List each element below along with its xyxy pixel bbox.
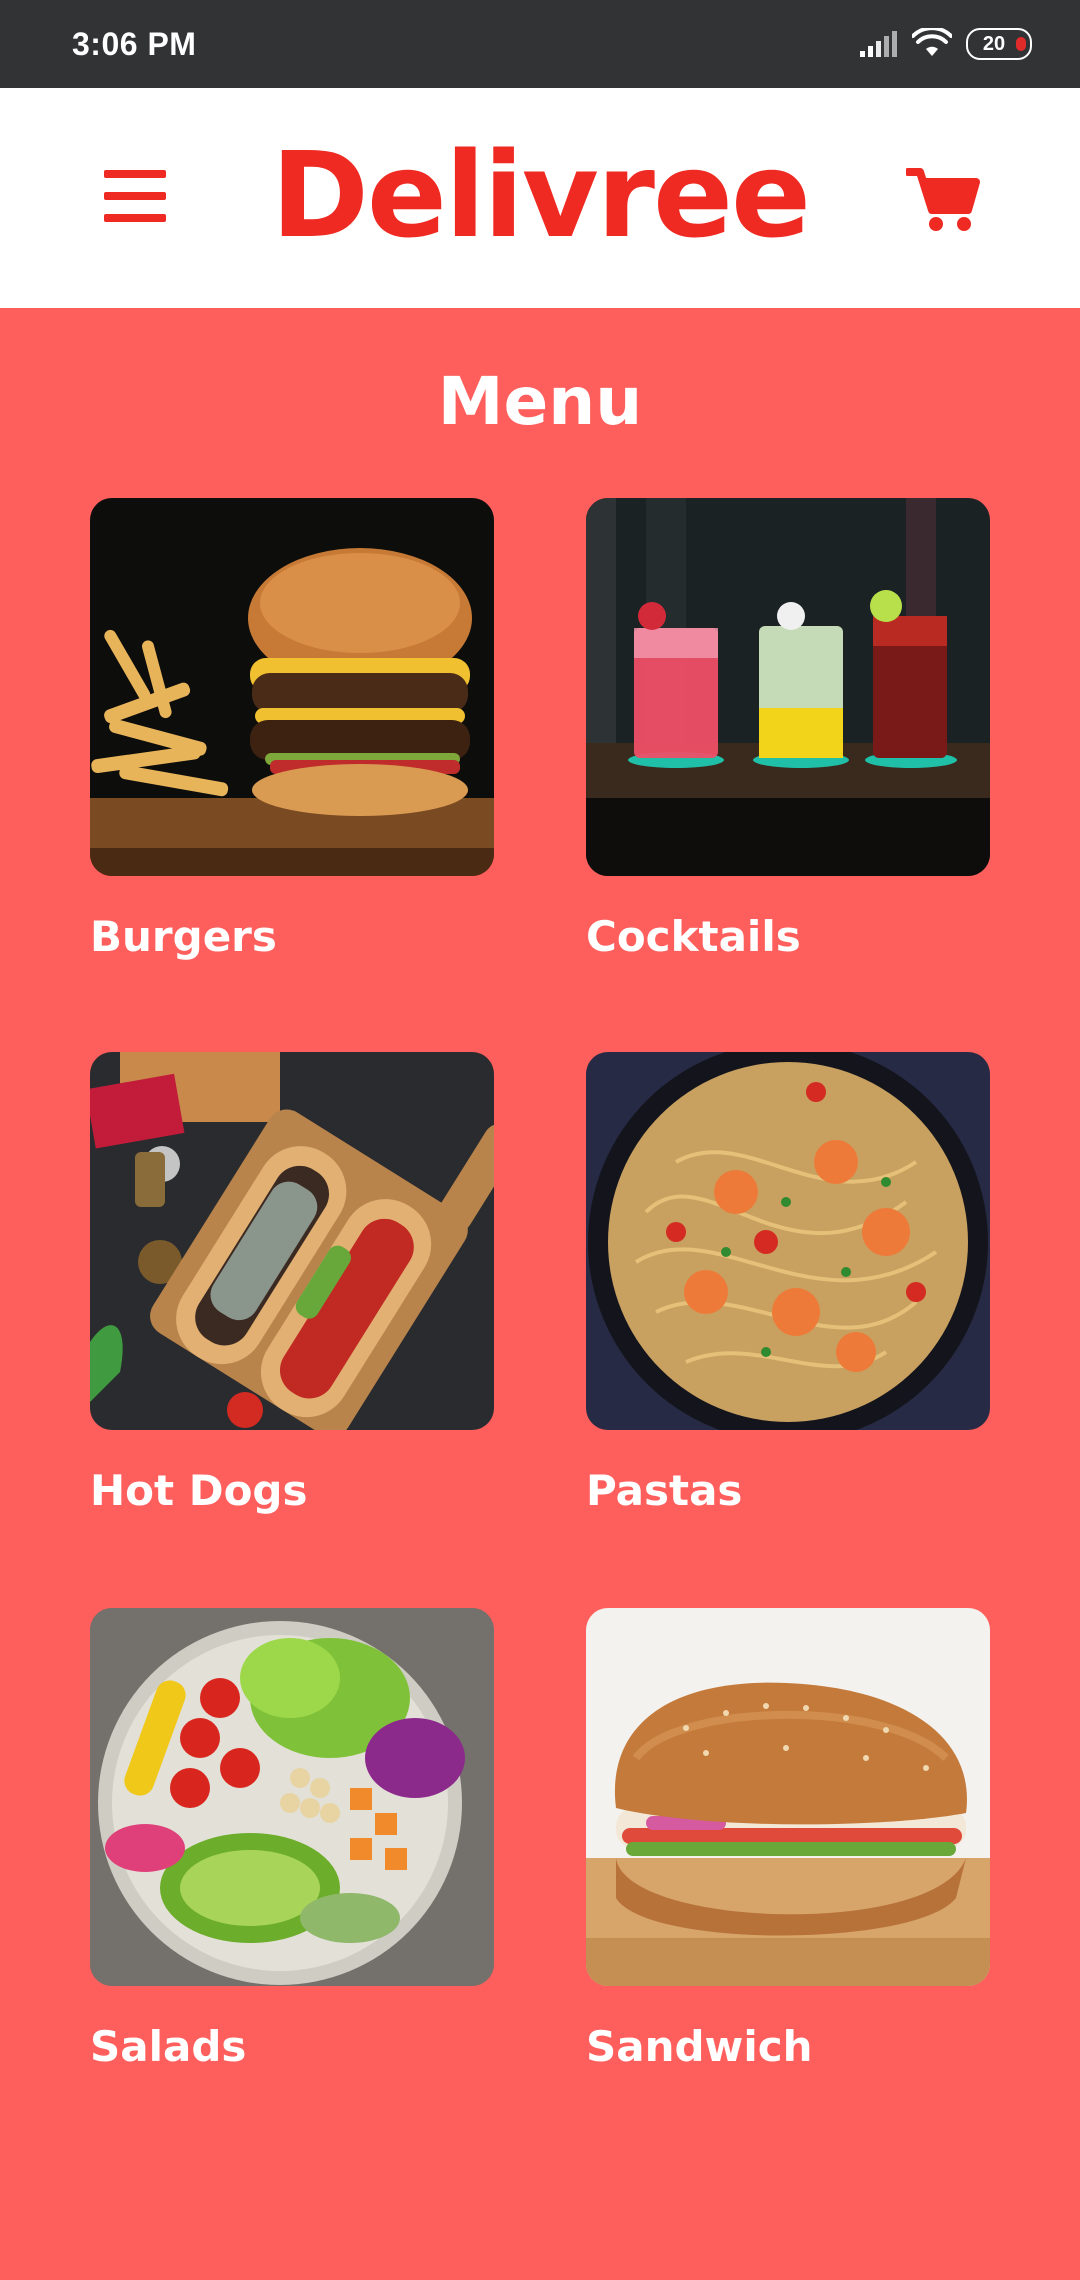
salad-photo[interactable]: [90, 1608, 494, 1986]
menu-card-hot-dogs[interactable]: Hot Dogs: [90, 1052, 494, 1516]
menu-card-label: Cocktails: [586, 912, 801, 961]
menu-card-burgers[interactable]: Burgers: [90, 498, 494, 962]
hot-dogs-photo[interactable]: [90, 1052, 494, 1430]
menu-card-label: Salads: [90, 2022, 247, 2071]
sandwich-photo[interactable]: [586, 1608, 990, 1986]
menu-card-cocktails[interactable]: Cocktails: [586, 498, 990, 962]
menu-card-sandwich[interactable]: Sandwich: [586, 1608, 990, 2072]
menu-card-pastas[interactable]: Pastas: [586, 1052, 990, 1516]
menu-card-label: Hot Dogs: [90, 1466, 308, 1515]
menu-card-label: Burgers: [90, 912, 277, 961]
menu-card-salads[interactable]: Salads: [90, 1608, 494, 2072]
menu-card-label: Pastas: [586, 1466, 743, 1515]
burger-photo[interactable]: [90, 498, 494, 876]
pasta-photo[interactable]: [586, 1052, 990, 1430]
cocktails-photo[interactable]: [586, 498, 990, 876]
menu-grid: Burgers Cocktails Hot Dogs Pastas Salads…: [0, 0, 1080, 2280]
menu-card-label: Sandwich: [586, 2022, 813, 2071]
